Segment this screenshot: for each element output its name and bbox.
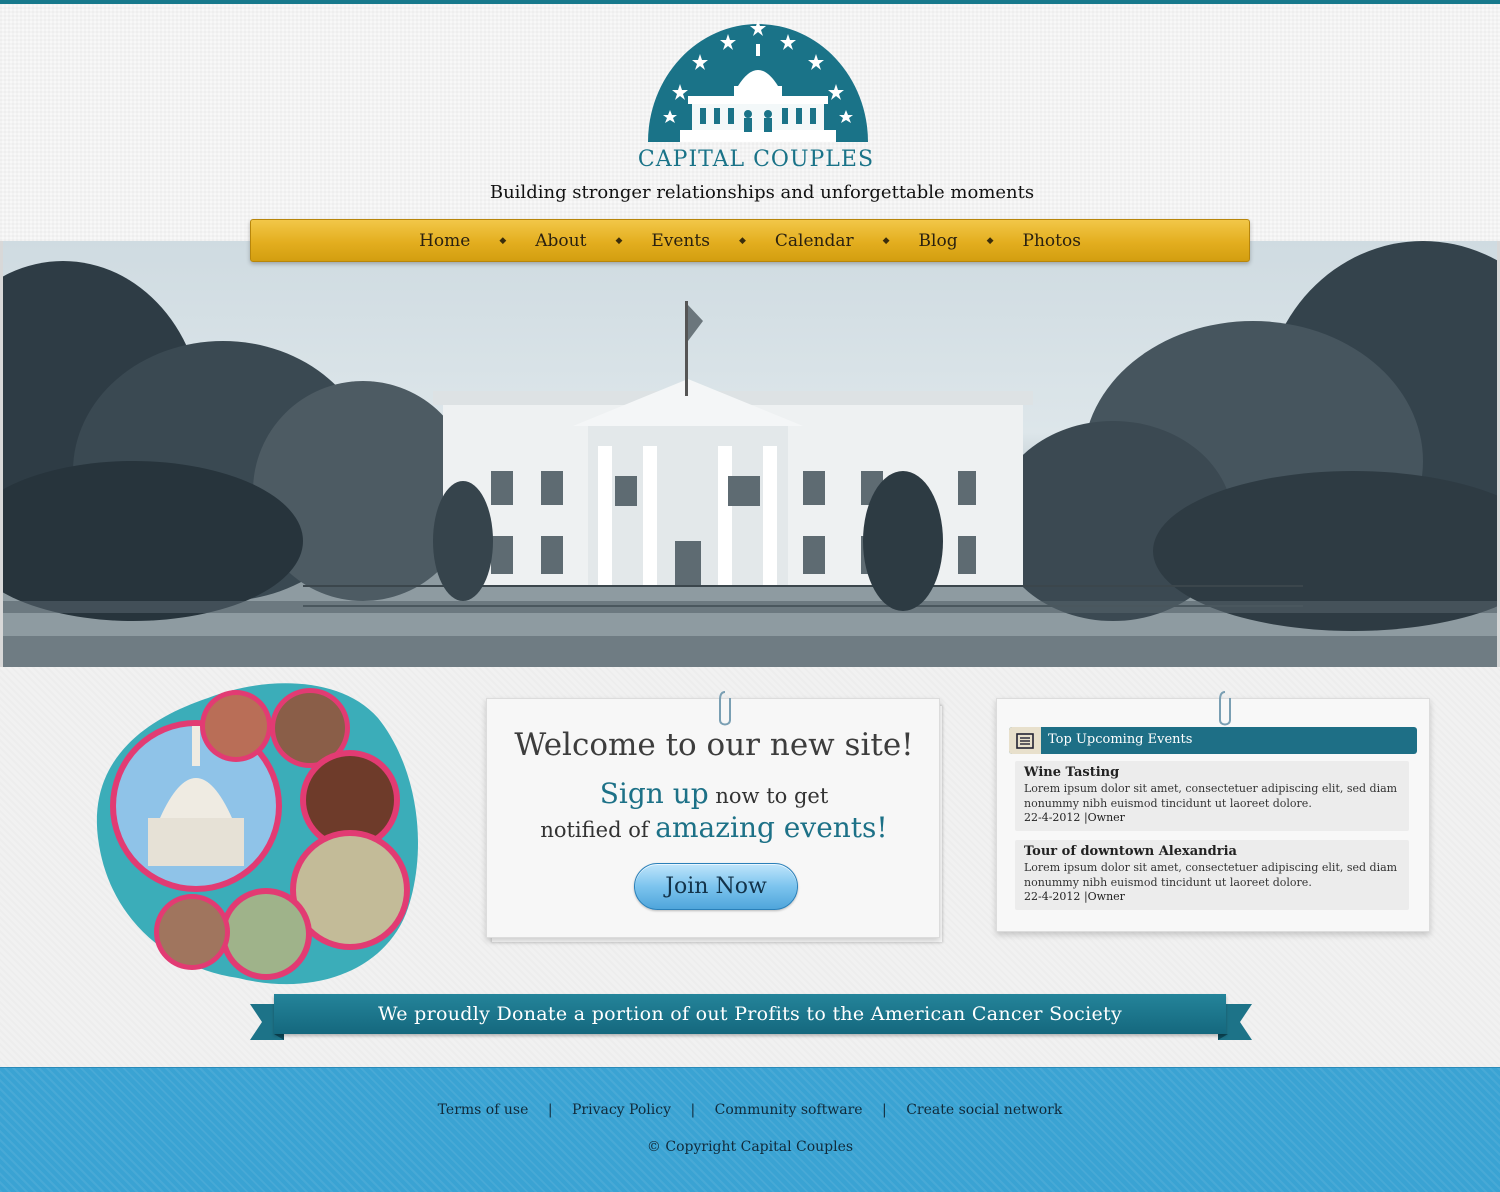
- signup-link[interactable]: Sign up: [600, 777, 709, 810]
- join-now-button[interactable]: Join Now: [634, 863, 798, 910]
- event-item[interactable]: Wine Tasting Lorem ipsum dolor sit amet,…: [1015, 761, 1409, 831]
- brand-name: CAPITAL COUPLES: [637, 147, 875, 172]
- event-description: Lorem ipsum dolor sit amet, consectetuer…: [1024, 861, 1398, 889]
- copyright: © Copyright Capital Couples: [646, 1139, 854, 1155]
- event-description: Lorem ipsum dolor sit amet, consectetuer…: [1024, 782, 1398, 810]
- donation-banner-text: We proudly Donate a portion of out Profi…: [274, 994, 1226, 1034]
- nav-separator: ◆: [882, 235, 890, 246]
- nav-separator: ◆: [615, 235, 623, 246]
- welcome-card: Welcome to our new site! Sign up now to …: [486, 698, 940, 938]
- donation-ribbon: We proudly Donate a portion of out Profi…: [248, 990, 1254, 1046]
- events-icon-box: [1009, 727, 1041, 754]
- newspaper-icon: [1016, 733, 1034, 749]
- nav-home[interactable]: Home: [390, 231, 499, 251]
- hero-illustration: [3, 241, 1497, 667]
- nav-about[interactable]: About: [506, 231, 615, 251]
- site-header: CAPITAL COUPLES Building stronger relati…: [0, 4, 1500, 241]
- hero-image-white-house: [0, 241, 1500, 667]
- notify-post-text: !: [876, 811, 888, 844]
- event-author: Owner: [1087, 811, 1125, 824]
- site-footer: Terms of use | Privacy Policy | Communit…: [0, 1067, 1500, 1192]
- nav-separator: ◆: [986, 235, 994, 246]
- paperclip-icon: [719, 691, 731, 726]
- nav-separator: ◆: [738, 235, 746, 246]
- nav-calendar[interactable]: Calendar: [746, 231, 883, 251]
- footer-links: Terms of use | Privacy Policy | Communit…: [0, 1102, 1500, 1118]
- notify-pre-text: notified of: [540, 818, 649, 842]
- event-meta: 22-4-2012 |Owner: [1024, 890, 1400, 903]
- events-header: Top Upcoming Events: [1009, 727, 1417, 754]
- photo-collage[interactable]: [88, 678, 428, 988]
- main-nav: Home ◆ About ◆ Events ◆ Calendar ◆ Blog …: [250, 219, 1250, 262]
- welcome-title: Welcome to our new site!: [514, 727, 914, 763]
- footer-link-terms[interactable]: Terms of use: [438, 1102, 529, 1118]
- nav-separator: ◆: [499, 235, 507, 246]
- footer-link-community-software[interactable]: Community software: [715, 1102, 863, 1118]
- upcoming-events-card: Top Upcoming Events Wine Tasting Lorem i…: [996, 698, 1430, 932]
- signup-rest-text: now to get: [715, 784, 829, 808]
- nav-blog[interactable]: Blog: [890, 231, 987, 251]
- footer-link-privacy[interactable]: Privacy Policy: [572, 1102, 671, 1118]
- event-meta: 22-4-2012 |Owner: [1024, 811, 1400, 824]
- event-title[interactable]: Wine Tasting: [1024, 765, 1400, 780]
- event-author: Owner: [1087, 890, 1125, 903]
- notify-line: notified of amazing events!: [487, 811, 941, 844]
- signup-line: Sign up now to get: [487, 777, 941, 810]
- event-date: 22-4-2012: [1024, 890, 1081, 903]
- event-title[interactable]: Tour of downtown Alexandria: [1024, 844, 1400, 859]
- footer-separator: |: [547, 1102, 553, 1118]
- nav-events[interactable]: Events: [622, 231, 739, 251]
- events-header-title: Top Upcoming Events: [1048, 732, 1193, 747]
- footer-separator: |: [690, 1102, 696, 1118]
- tagline: Building stronger relationships and unfo…: [489, 182, 1035, 203]
- footer-separator: |: [882, 1102, 887, 1118]
- footer-link-create-social-network[interactable]: Create social network: [906, 1102, 1062, 1118]
- nav-photos[interactable]: Photos: [994, 231, 1110, 251]
- event-date: 22-4-2012: [1024, 811, 1081, 824]
- event-item[interactable]: Tour of downtown Alexandria Lorem ipsum …: [1015, 840, 1409, 910]
- amazing-events-text: amazing events: [655, 811, 877, 844]
- paperclip-icon: [1219, 691, 1231, 726]
